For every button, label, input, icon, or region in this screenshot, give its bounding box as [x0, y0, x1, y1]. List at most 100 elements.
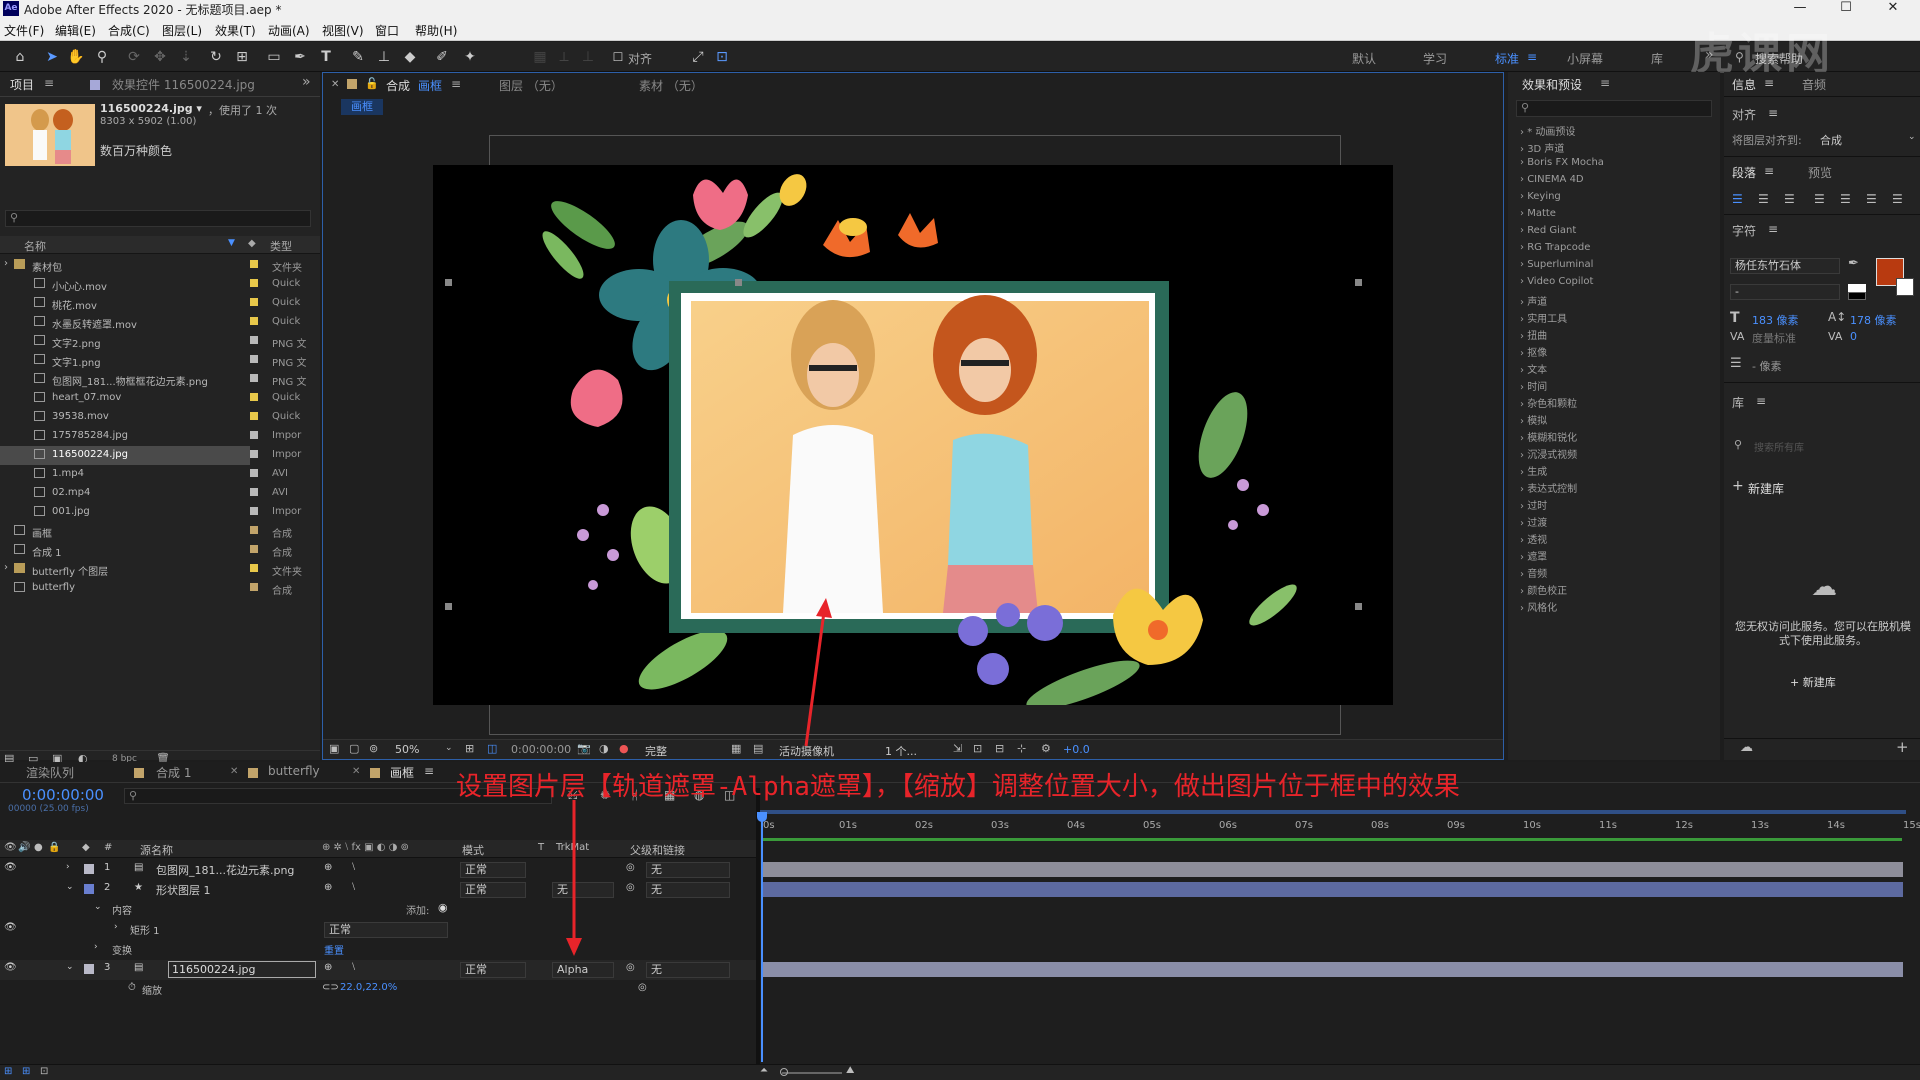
leading-value[interactable]: 178 像素 — [1850, 312, 1897, 328]
project-item[interactable]: › butterfly 个图层 — [0, 560, 250, 579]
effect-category[interactable]: › Matte — [1520, 208, 1556, 219]
font-style-dropdown[interactable]: - — [1730, 284, 1840, 300]
paragraph-menu-icon[interactable]: ≡ — [1764, 164, 1774, 178]
effects-menu-icon[interactable]: ≡ — [1600, 76, 1610, 100]
preview-tab[interactable]: 预览 — [1808, 164, 1832, 181]
footage-viewer-tab[interactable]: 素材 （无） — [639, 77, 703, 94]
effect-category[interactable]: › 声道 — [1520, 293, 1547, 308]
layer-label-swatch[interactable] — [84, 884, 94, 894]
eraser-tool-icon[interactable]: ◆ — [400, 47, 420, 67]
label-color-swatch[interactable] — [250, 583, 258, 591]
selection-tool-icon[interactable]: ➤ — [42, 47, 62, 67]
views-dropdown[interactable]: 1 个... — [885, 743, 917, 759]
video-toggle-icon[interactable]: 👁 — [4, 842, 17, 853]
label-color-swatch[interactable] — [250, 469, 258, 477]
camera-dropdown[interactable]: 活动摄像机 — [779, 743, 834, 759]
effect-category[interactable]: › 抠像 — [1520, 344, 1547, 359]
label-color-swatch[interactable] — [250, 393, 258, 401]
label-color-swatch[interactable] — [250, 412, 258, 420]
effects-panel-title[interactable]: 效果和预设 — [1522, 76, 1582, 100]
label-color-swatch[interactable] — [250, 298, 258, 306]
layer2-track-bar[interactable] — [763, 882, 1903, 897]
rectangle-mode-dropdown[interactable]: 正常 — [324, 922, 448, 938]
name-column-header[interactable]: 名称 — [24, 238, 46, 254]
project-item[interactable]: heart_07.mov — [0, 389, 250, 408]
shy-switch-icon[interactable]: ⊕ — [324, 882, 332, 893]
label-color-swatch[interactable] — [250, 336, 258, 344]
audio-tab[interactable]: 音频 — [1802, 76, 1826, 93]
layer-viewer-tab[interactable]: 图层 （无） — [499, 77, 563, 94]
kerning-value[interactable]: 度量标准 — [1752, 330, 1796, 346]
label-color-swatch[interactable] — [250, 355, 258, 363]
menu-view[interactable]: 视图(V) — [322, 22, 364, 39]
library-menu-icon[interactable]: ≡ — [1756, 394, 1766, 408]
text-tool-icon[interactable]: T — [316, 47, 336, 67]
constrain-proportions-icon[interactable]: ⊂⊃ — [322, 982, 339, 993]
close-tab-icon[interactable]: ✕ — [230, 766, 238, 777]
effect-category[interactable]: › 文本 — [1520, 361, 1547, 376]
effect-category[interactable]: › Red Giant — [1520, 225, 1576, 236]
font-size-value[interactable]: 183 像素 — [1752, 312, 1799, 328]
timeline-timecode[interactable]: 0:00:00:00 — [22, 786, 104, 804]
effect-category[interactable]: › 扭曲 — [1520, 327, 1547, 342]
parent-dropdown[interactable]: 无 — [646, 862, 730, 878]
pickwhip-icon[interactable]: ◎ — [626, 962, 635, 973]
effects-search-input[interactable]: ⚲ — [1516, 100, 1712, 117]
layer-mode-dropdown[interactable]: 正常 — [460, 882, 526, 898]
effect-category[interactable]: › 过时 — [1520, 497, 1547, 512]
sort-icon[interactable]: ▼ — [228, 238, 235, 248]
pickwhip-icon[interactable]: ◎ — [626, 862, 635, 873]
stroke-width-value[interactable]: - 像素 — [1752, 358, 1781, 374]
pen-tool-icon[interactable]: ✒ — [290, 47, 310, 67]
eye-icon[interactable]: 👁 — [4, 922, 17, 933]
audio-toggle-icon[interactable]: 🔊 — [18, 842, 30, 853]
project-item[interactable]: 水墨反转遮罩.mov — [0, 313, 250, 332]
effect-category[interactable]: › 3D 声道 — [1520, 140, 1564, 155]
effect-category[interactable]: › 生成 — [1520, 463, 1547, 478]
align-center-icon[interactable]: ☰ — [1758, 192, 1774, 208]
project-item[interactable]: 合成 1 — [0, 541, 250, 560]
comp-tab-name[interactable]: 画框 — [418, 77, 442, 94]
snap-checkbox[interactable]: ☐ — [608, 47, 628, 67]
tracking-value[interactable]: 0 — [1850, 330, 1857, 343]
snap-options-icon[interactable]: ⤢ — [688, 47, 708, 67]
workspace-library[interactable]: 库 — [1651, 50, 1663, 67]
black-swatch[interactable] — [1848, 292, 1866, 300]
contents-label[interactable]: 内容 — [112, 902, 132, 917]
project-item[interactable]: 画框 — [0, 522, 250, 541]
menu-edit[interactable]: 编辑(E) — [55, 22, 96, 39]
composition-canvas[interactable] — [433, 165, 1393, 705]
pan-camera-icon[interactable]: ✥ — [150, 47, 170, 67]
effect-category[interactable]: › 音频 — [1520, 565, 1547, 580]
project-item[interactable]: 116500224.jpg — [0, 446, 250, 465]
layer3-track-bar[interactable] — [763, 962, 1903, 977]
quality-switch-icon[interactable]: ⧵ — [352, 862, 355, 873]
label-color-swatch[interactable] — [250, 507, 258, 515]
label-icon[interactable]: ◆ — [82, 842, 90, 853]
expand-icon[interactable]: › — [114, 922, 118, 932]
character-menu-icon[interactable]: ≡ — [1768, 222, 1778, 236]
project-item[interactable]: 001.jpg — [0, 503, 250, 522]
snapshot-icon[interactable]: 📷 — [577, 742, 591, 755]
eye-icon[interactable]: 👁 — [4, 862, 17, 873]
effect-category[interactable]: › 实用工具 — [1520, 310, 1567, 325]
new-library-link[interactable]: 新建库 — [1748, 480, 1784, 497]
expand-icon[interactable]: › — [66, 862, 70, 872]
layer-handle[interactable] — [445, 279, 452, 286]
butterfly-tab[interactable]: butterfly — [268, 764, 320, 778]
source-name-header[interactable]: 源名称 — [140, 842, 173, 858]
hand-tool-icon[interactable]: ✋ — [66, 47, 86, 67]
effect-category[interactable]: › 表达式控制 — [1520, 480, 1577, 495]
project-item[interactable]: 文字2.png — [0, 332, 250, 351]
workspace-learn[interactable]: 学习 — [1423, 50, 1447, 67]
effect-category[interactable]: › 模拟 — [1520, 412, 1547, 427]
zoom-slider-thumb[interactable] — [780, 1068, 788, 1076]
quality-switch-icon[interactable]: ⧵ — [352, 882, 355, 893]
zoom-tool-icon[interactable]: ⚲ — [92, 47, 112, 67]
effect-category[interactable]: › RG Trapcode — [1520, 242, 1590, 253]
effect-category[interactable]: › Boris FX Mocha — [1520, 157, 1604, 168]
project-item[interactable]: 桃花.mov — [0, 294, 250, 313]
font-family-dropdown[interactable]: 杨任东竹石体 — [1730, 258, 1840, 274]
workspace-small-screen[interactable]: 小屏幕 — [1567, 50, 1603, 67]
zoom-dropdown[interactable]: 50% — [395, 743, 419, 756]
